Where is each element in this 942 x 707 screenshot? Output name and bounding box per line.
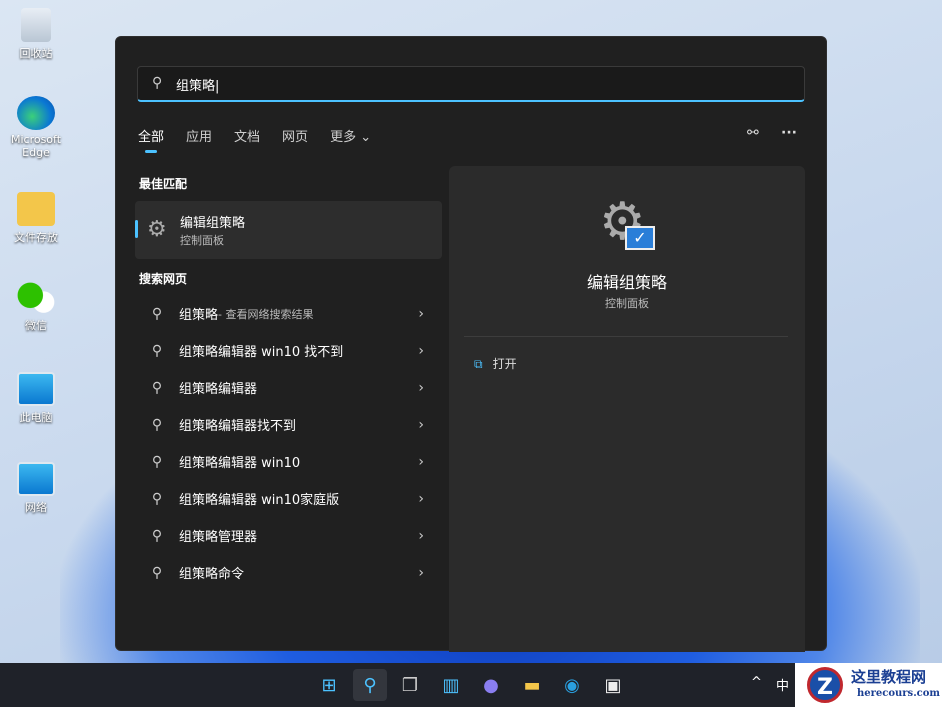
web-result[interactable]: ⚲ 组策略 - 查看网络搜索结果 › xyxy=(135,295,442,332)
best-match-item[interactable]: ⚙ 编辑组策略 控制面板 xyxy=(135,201,442,259)
wechat-icon xyxy=(17,280,55,314)
web-result[interactable]: ⚲ 组策略管理器 › xyxy=(135,517,442,554)
web-result[interactable]: ⚲ 组策略编辑器 win10家庭版 › xyxy=(135,480,442,517)
chevron-right-icon: › xyxy=(418,564,424,581)
best-match-title: 编辑组策略 xyxy=(180,216,246,231)
desktop-icon-network[interactable]: 网络 xyxy=(4,462,68,515)
filter-tabs: 全部 应用 文档 网页 更多 ⌄ xyxy=(138,126,371,153)
search-panel: ⚲ 组策略| 全部 应用 文档 网页 更多 ⌄ ⚯ ··· 最佳匹配 ⚙ 编辑组策… xyxy=(115,36,827,652)
icon-label: 网络 xyxy=(25,501,47,514)
watermark-logo: Z xyxy=(807,667,843,703)
chevron-right-icon: › xyxy=(418,342,424,359)
search-icon: ⚲ xyxy=(151,564,163,581)
monitor-icon xyxy=(17,372,55,406)
search-icon: ⚲ xyxy=(151,379,163,396)
chevron-right-icon: › xyxy=(418,379,424,396)
web-result[interactable]: ⚲ 组策略编辑器找不到 › xyxy=(135,406,442,443)
search-icon: ⚲ xyxy=(151,416,163,433)
result-label: 组策略管理器 xyxy=(179,530,258,545)
search-text: 组策略 xyxy=(176,79,216,94)
edge-taskbar-icon[interactable]: ◉ xyxy=(555,669,589,701)
search-icon: ⚲ xyxy=(151,453,163,470)
search-icon: ⚲ xyxy=(151,527,163,544)
detail-pane: ⚙ ✓ 编辑组策略 控制面板 ⧉ 打开 xyxy=(449,166,805,652)
desktop-icon-wechat[interactable]: 微信 xyxy=(4,280,68,333)
search-icon: ⚲ xyxy=(151,490,163,507)
result-label: 组策略编辑器 win10 xyxy=(179,456,301,471)
group-policy-icon: ⚙ xyxy=(147,217,167,242)
result-label: 组策略编辑器 xyxy=(179,382,258,397)
result-label: 组策略编辑器 win10 找不到 xyxy=(179,345,344,360)
chevron-right-icon: › xyxy=(418,305,424,322)
result-label: 组策略编辑器找不到 xyxy=(179,419,297,434)
tab-more[interactable]: 更多 ⌄ xyxy=(330,126,371,145)
search-taskbar-icon[interactable]: ⚲ xyxy=(353,669,387,701)
icon-label: 回收站 xyxy=(19,47,53,60)
folder-icon xyxy=(17,192,55,226)
search-input[interactable]: ⚲ 组策略| xyxy=(137,66,805,102)
icon-label: 微信 xyxy=(25,319,47,332)
search-icon: ⚲ xyxy=(151,342,163,359)
desktop-icon-this-pc[interactable]: 此电脑 xyxy=(4,372,68,425)
tab-apps[interactable]: 应用 xyxy=(186,126,212,145)
task-view-icon[interactable]: ❐ xyxy=(393,669,427,701)
search-icon: ⚲ xyxy=(151,305,163,322)
chevron-right-icon: › xyxy=(418,527,424,544)
desktop-icon-edge[interactable]: Microsoft Edge xyxy=(4,96,68,159)
watermark: Z 这里教程网 herecours.com xyxy=(795,663,942,707)
more-options-icon[interactable]: ··· xyxy=(781,125,797,141)
chevron-right-icon: › xyxy=(418,490,424,507)
chevron-right-icon: › xyxy=(418,453,424,470)
search-icon: ⚲ xyxy=(152,75,163,91)
tab-all[interactable]: 全部 xyxy=(138,126,164,153)
best-match-subtitle: 控制面板 xyxy=(180,234,224,247)
icon-label: 此电脑 xyxy=(19,411,53,424)
chevron-right-icon: › xyxy=(418,416,424,433)
desktop-icon-folder[interactable]: 文件存放 xyxy=(4,192,68,245)
open-action[interactable]: ⧉ 打开 xyxy=(474,355,517,372)
web-heading: 搜索网页 xyxy=(139,272,188,286)
detail-title: 编辑组策略 xyxy=(586,273,667,292)
detail-subtitle: 控制面板 xyxy=(605,297,649,310)
watermark-url: herecours.com xyxy=(857,688,941,699)
widgets-icon[interactable]: ▥ xyxy=(434,669,468,701)
network-icon xyxy=(17,462,55,496)
web-result[interactable]: ⚲ 组策略命令 › xyxy=(135,554,442,591)
best-match-heading: 最佳匹配 xyxy=(139,177,188,191)
tray-chevron-icon[interactable]: ^ xyxy=(751,675,762,690)
result-sub: - 查看网络搜索结果 xyxy=(218,307,314,321)
web-result[interactable]: ⚲ 组策略编辑器 win10 找不到 › xyxy=(135,332,442,369)
web-result[interactable]: ⚲ 组策略编辑器 › xyxy=(135,369,442,406)
icon-label: 文件存放 xyxy=(14,231,58,244)
web-result[interactable]: ⚲ 组策略编辑器 win10 › xyxy=(135,443,442,480)
selection-indicator xyxy=(135,220,138,238)
share-icon[interactable]: ⚯ xyxy=(747,125,759,141)
store-icon[interactable]: ▣ xyxy=(596,669,630,701)
desktop-icon-recycle-bin[interactable]: 回收站 xyxy=(4,8,68,61)
teams-chat-icon[interactable]: ● xyxy=(474,669,508,701)
icon-label: Microsoft Edge xyxy=(10,133,62,159)
open-external-icon: ⧉ xyxy=(474,357,483,371)
tab-web[interactable]: 网页 xyxy=(282,126,308,145)
ime-indicator[interactable]: 中 xyxy=(776,675,789,694)
open-label: 打开 xyxy=(492,357,517,371)
result-label: 组策略 xyxy=(179,308,219,323)
result-label: 组策略命令 xyxy=(179,567,245,582)
recycle-bin-icon xyxy=(21,8,51,42)
result-label: 组策略编辑器 win10家庭版 xyxy=(179,493,340,508)
tab-documents[interactable]: 文档 xyxy=(234,126,260,145)
edge-icon xyxy=(17,96,55,130)
checkmark-icon: ✓ xyxy=(625,226,655,250)
file-explorer-icon[interactable]: ▬ xyxy=(515,669,549,701)
divider xyxy=(464,336,788,337)
start-icon[interactable]: ⊞ xyxy=(312,669,346,701)
watermark-name: 这里教程网 xyxy=(851,668,927,686)
